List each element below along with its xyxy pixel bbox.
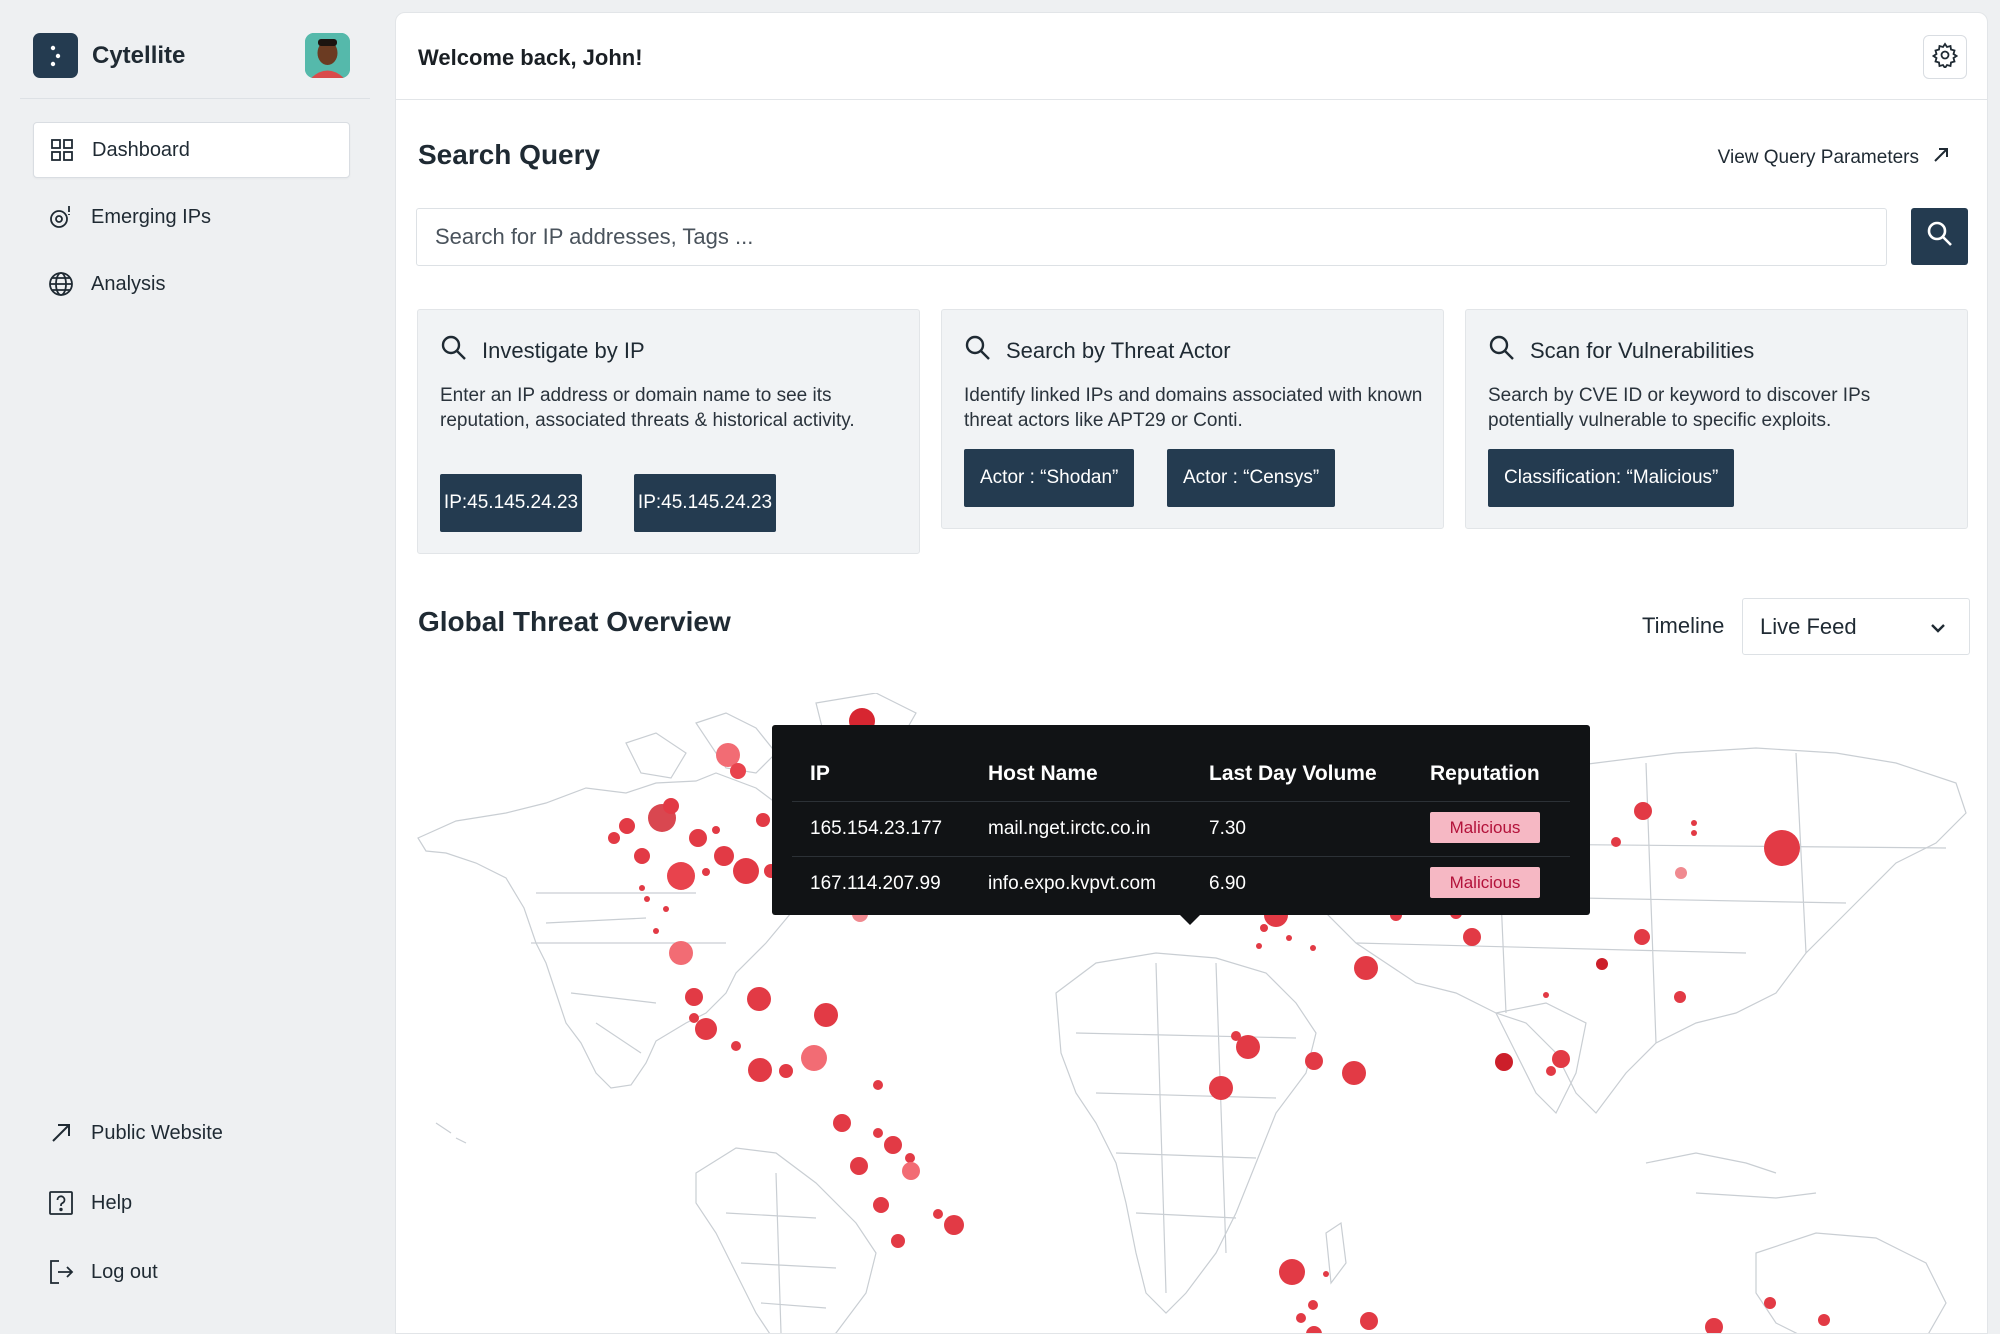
sidebar-item-label: Public Website [91,1121,223,1144]
sidebar-item-dashboard[interactable]: Dashboard [33,122,350,178]
timeline-select[interactable]: Live Feed [1742,598,1970,655]
classification-chip[interactable]: Classification: “Malicious” [1488,449,1735,507]
card-search-by-threat-actor: Search by Threat Actor Identify linked I… [941,309,1444,529]
tooltip-header-ip: IP [810,762,830,785]
brand-name: Cytellite [92,41,186,69]
settings-button[interactable] [1923,35,1967,79]
tooltip-host: info.expo.kvpvt.com [988,873,1156,894]
search-icon [1488,334,1516,367]
cytellite-logo-icon [33,33,78,78]
tooltip-host: mail.nget.irctc.co.in [988,818,1151,839]
view-params-label: View Query Parameters [1717,147,1919,168]
ip-chip[interactable]: IP:45.145.24.23 [440,474,582,532]
card-title: Search by Threat Actor [1006,337,1231,363]
globe-icon [47,270,75,298]
actor-chip-shodan[interactable]: Actor : “Shodan” [964,449,1135,507]
gear-icon [1931,41,1959,73]
search-icon [964,334,992,367]
emerging-icon [47,203,75,231]
grid-icon [48,136,76,164]
sidebar-divider [20,98,370,99]
chevron-down-icon [1929,617,1947,643]
welcome-message: Welcome back, John! [418,45,643,70]
reputation-badge: Malicious [1430,867,1540,898]
logout-link[interactable]: Log out [33,1244,350,1300]
reputation-badge: Malicious [1430,812,1540,843]
sidebar: Cytellite Dashboard Emerging IPs Analysi… [0,0,395,1334]
tooltip-header-host: Host Name [988,762,1098,785]
search-button[interactable] [1911,208,1968,265]
tooltip-divider [792,801,1570,802]
view-query-parameters-link[interactable]: View Query Parameters [1718,147,1949,169]
external-arrow-icon [47,1119,75,1147]
tooltip-volume: 6.90 [1209,873,1246,894]
card-scan-for-vulnerabilities: Scan for Vulnerabilities Search by CVE I… [1465,309,1968,529]
public-website-link[interactable]: Public Website [33,1105,350,1161]
search-input[interactable] [416,208,1887,266]
main-panel: Welcome back, John! Search Query View Qu… [395,12,1988,1334]
help-link[interactable]: Help [33,1175,350,1231]
ip-chip[interactable]: IP:45.145.24.23 [634,474,776,532]
card-title: Investigate by IP [482,337,645,363]
top-bar: Welcome back, John! [396,13,1987,100]
logout-icon [47,1258,75,1286]
help-icon [47,1189,75,1217]
timeline-value: Live Feed [1760,613,1857,639]
card-title: Scan for Vulnerabilities [1530,337,1755,363]
search-icon [440,334,468,367]
sidebar-item-label: Log out [91,1260,158,1283]
search-icon [1926,220,1954,253]
sidebar-item-label: Emerging IPs [91,205,212,228]
timeline-label: Timeline [1642,613,1725,638]
sidebar-item-label: Help [91,1191,133,1214]
sidebar-item-emerging-ips[interactable]: Emerging IPs [33,189,350,245]
actor-chip-censys[interactable]: Actor : “Censys” [1167,449,1336,507]
tooltip-header-reputation: Reputation [1430,762,1540,785]
tooltip-header-volume: Last Day Volume [1209,762,1377,785]
card-description: Search by CVE ID or keyword to discover … [1488,385,1871,431]
search-query-title: Search Query [418,139,601,170]
user-avatar[interactable] [305,33,350,78]
sidebar-item-label: Analysis [91,272,166,295]
ip-tooltip: IP Host Name Last Day Volume Reputation … [772,725,1590,925]
global-threat-overview-title: Global Threat Overview [418,606,731,637]
tooltip-volume: 7.30 [1209,818,1246,839]
tooltip-ip: 167.114.207.99 [810,873,941,894]
card-description: Enter an IP address or domain name to se… [440,385,855,431]
sidebar-item-analysis[interactable]: Analysis [33,256,350,312]
tooltip-divider [792,856,1570,857]
card-description: Identify linked IPs and domains associat… [964,385,1423,431]
card-investigate-by-ip: Investigate by IP Enter an IP address or… [417,309,920,554]
sidebar-item-label: Dashboard [92,138,190,161]
tooltip-ip: 165.154.23.177 [810,818,943,839]
external-arrow-icon [1933,147,1949,169]
